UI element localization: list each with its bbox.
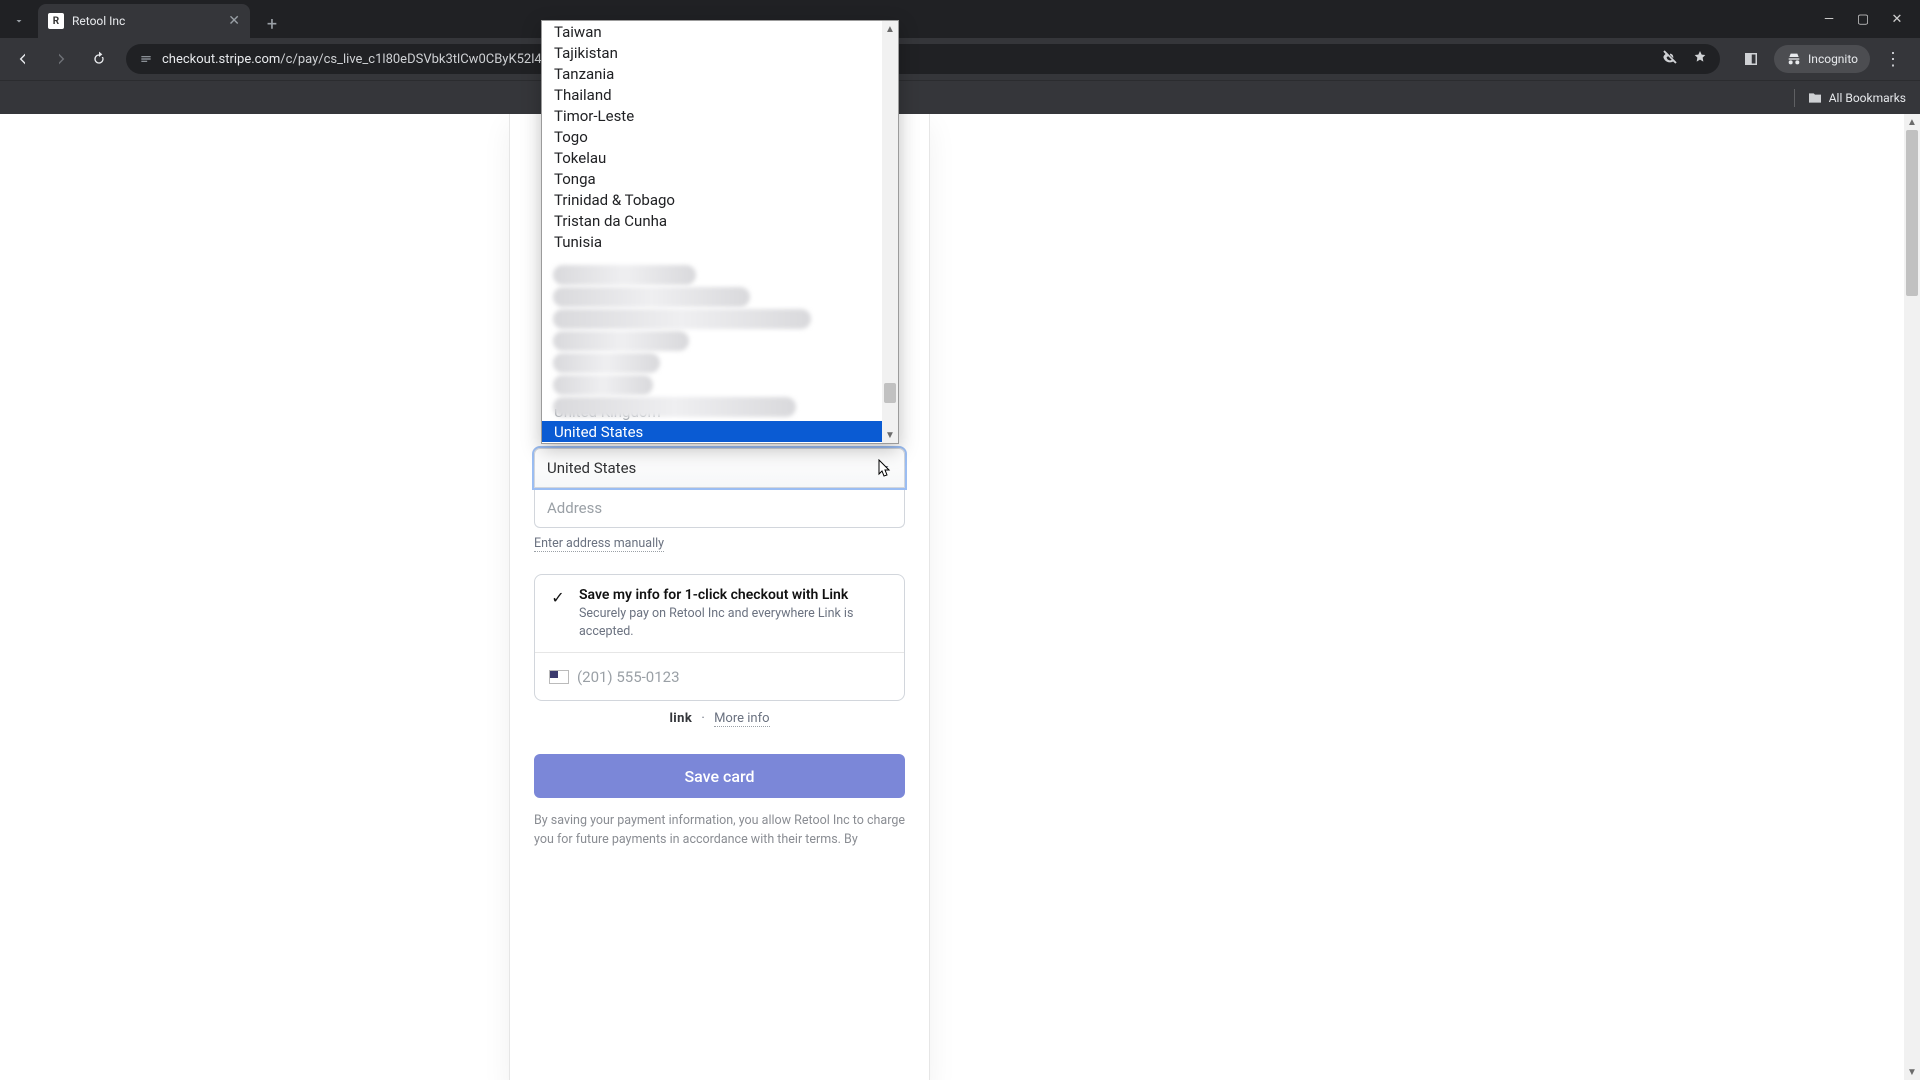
- disclaimer-text: By saving your payment information, you …: [510, 798, 929, 850]
- site-settings-icon[interactable]: [138, 51, 154, 67]
- chrome-menu-button[interactable]: ⋮: [1876, 42, 1910, 76]
- folder-icon: [1807, 90, 1823, 106]
- minimize-button[interactable]: —: [1822, 12, 1836, 27]
- maximize-button[interactable]: ▢: [1856, 12, 1870, 27]
- save-card-button[interactable]: Save card: [534, 754, 905, 798]
- forward-button[interactable]: [44, 42, 78, 76]
- tab-close-icon[interactable]: ✕: [228, 14, 240, 28]
- country-option[interactable]: Tunisia: [542, 231, 882, 252]
- incognito-icon: [1786, 51, 1802, 67]
- scroll-thumb[interactable]: [1906, 130, 1918, 296]
- country-select[interactable]: United States: [534, 448, 905, 488]
- country-option[interactable]: Timor-Leste: [542, 105, 882, 126]
- country-option[interactable]: Tokelau: [542, 147, 882, 168]
- eye-off-icon[interactable]: [1662, 49, 1678, 69]
- scroll-thumb[interactable]: [884, 383, 896, 403]
- dropdown-scrollbar[interactable]: ▲ ▼: [882, 21, 898, 443]
- browser-toolbar: checkout.stripe.com/c/pay/cs_live_c1l80e…: [0, 38, 1920, 80]
- reload-button[interactable]: [82, 42, 116, 76]
- all-bookmarks-button[interactable]: All Bookmarks: [1807, 90, 1906, 106]
- back-button[interactable]: [6, 42, 40, 76]
- enter-address-manually-link[interactable]: Enter address manually: [534, 536, 664, 552]
- scroll-down-icon[interactable]: ▼: [1904, 1064, 1920, 1080]
- phone-placeholder: (201) 555-0123: [577, 668, 680, 686]
- tab-title: Retool Inc: [72, 14, 220, 28]
- country-option[interactable]: Tanzania: [542, 63, 882, 84]
- page-scrollbar[interactable]: ▲ ▼: [1904, 114, 1920, 1080]
- incognito-indicator[interactable]: Incognito: [1774, 45, 1870, 73]
- tab-favicon: R: [48, 13, 64, 29]
- more-info-link[interactable]: More info: [714, 711, 769, 727]
- country-option[interactable]: Tonga: [542, 168, 882, 189]
- address-input[interactable]: Address: [534, 488, 905, 528]
- side-panel-button[interactable]: [1734, 42, 1768, 76]
- save-info-checkbox[interactable]: ✓: [549, 588, 567, 606]
- browser-tab[interactable]: R Retool Inc ✕: [38, 4, 250, 38]
- link-title: Save my info for 1-click checkout with L…: [579, 587, 890, 603]
- scroll-up-icon[interactable]: ▲: [882, 21, 898, 37]
- country-option[interactable]: Tajikistan: [542, 42, 882, 63]
- phone-input[interactable]: (201) 555-0123: [535, 652, 904, 700]
- link-desc: Securely pay on Retool Inc and everywher…: [579, 605, 890, 640]
- new-tab-button[interactable]: +: [258, 10, 286, 38]
- bookmarks-bar: All Bookmarks: [0, 80, 1920, 114]
- close-window-button[interactable]: ✕: [1890, 12, 1904, 27]
- link-footer: link · More info: [534, 711, 905, 726]
- country-option[interactable]: Trinidad & Tobago: [542, 189, 882, 210]
- country-option[interactable]: Tristan da Cunha: [542, 210, 882, 231]
- link-brand: link: [669, 711, 692, 726]
- country-option[interactable]: Togo: [542, 126, 882, 147]
- country-option[interactable]: Taiwan: [542, 21, 882, 42]
- window-controls: — ▢ ✕: [1810, 0, 1916, 38]
- scroll-down-icon[interactable]: ▼: [882, 427, 898, 443]
- address-bar[interactable]: checkout.stripe.com/c/pay/cs_live_c1l80e…: [126, 44, 1720, 74]
- country-option[interactable]: United Kingdom: [542, 409, 882, 421]
- chevron-down-icon: [880, 459, 892, 477]
- country-value: United States: [547, 459, 636, 477]
- link-save-box: ✓ Save my info for 1-click checkout with…: [534, 574, 905, 701]
- bookmark-star-icon[interactable]: [1692, 49, 1708, 69]
- viewport: United States Address Enter address manu…: [0, 114, 1904, 1080]
- us-flag-icon[interactable]: [549, 670, 569, 684]
- scroll-up-icon[interactable]: ▲: [1904, 114, 1920, 130]
- country-option[interactable]: Thailand: [542, 84, 882, 105]
- country-option-selected[interactable]: United States: [542, 421, 882, 442]
- country-dropdown-list[interactable]: TaiwanTajikistanTanzaniaThailandTimor-Le…: [541, 20, 899, 444]
- tab-search-button[interactable]: [2, 4, 36, 38]
- browser-titlebar: R Retool Inc ✕ + — ▢ ✕: [0, 0, 1920, 38]
- url-text: checkout.stripe.com/c/pay/cs_live_c1l80e…: [162, 52, 1646, 67]
